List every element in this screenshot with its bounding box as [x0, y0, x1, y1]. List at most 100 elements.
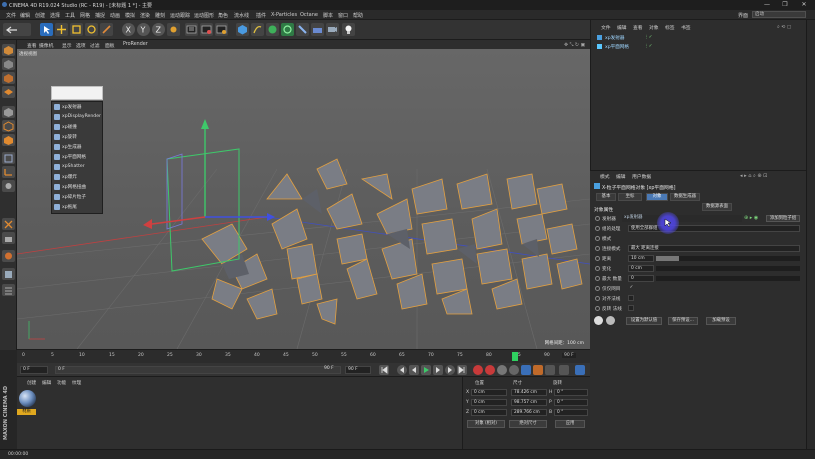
menu-item-xp-shatter[interactable]: xpShatter — [52, 162, 102, 172]
om-tab-bookmarks[interactable]: 书签 — [681, 24, 691, 31]
workplane-icon[interactable] — [2, 86, 15, 98]
goto-end-icon[interactable] — [457, 365, 467, 375]
om-tab-view[interactable]: 查看 — [633, 24, 643, 31]
menu-pipeline[interactable]: 流水线 — [234, 12, 249, 19]
subtab-coord[interactable]: 坐标 — [618, 193, 642, 201]
pos-y-field[interactable]: 0 cm — [471, 399, 507, 406]
load-preset-button[interactable]: 加载预设 — [706, 317, 736, 325]
attr-tab-user-data[interactable]: 用户数据 — [632, 173, 651, 180]
layout-select[interactable]: 启动 — [752, 11, 806, 18]
light-icon[interactable] — [342, 23, 355, 36]
keyframe-selection-icon[interactable] — [497, 365, 507, 375]
right-side-tabs[interactable] — [806, 20, 815, 449]
y-axis-lock-button[interactable]: Y — [137, 23, 150, 36]
animate-dot-icon[interactable] — [595, 236, 600, 241]
vp-menu-panel[interactable]: 面板 — [105, 42, 115, 49]
cube-icon[interactable] — [236, 23, 249, 36]
render-view-icon[interactable] — [185, 23, 198, 36]
timeline-window-icon[interactable] — [575, 365, 585, 375]
add-to-particle-group-button[interactable]: 添加到粒子组 — [766, 215, 800, 222]
make-editable-icon[interactable] — [2, 44, 15, 56]
menu-item-xp-explode[interactable]: xp爆炸 — [52, 172, 102, 182]
mat-tab-function[interactable]: 功能 — [57, 380, 66, 386]
animate-dot-icon[interactable] — [595, 296, 600, 301]
goto-start-icon[interactable] — [379, 365, 389, 375]
animate-dot-icon[interactable] — [595, 246, 600, 251]
set-default-button[interactable]: 设置为默认值 — [626, 317, 662, 325]
menu-item-xp-generator[interactable]: xp生成器 — [52, 142, 102, 152]
texture-mode-icon[interactable] — [2, 72, 15, 84]
pen-spline-icon[interactable] — [251, 23, 264, 36]
group-handling-select[interactable]: 使用全部群组 — [628, 225, 800, 232]
om-tab-tags[interactable]: 标签 — [665, 24, 675, 31]
coord-mode-select[interactable]: 对象 (相对) — [467, 420, 505, 428]
material-preview[interactable] — [19, 390, 36, 407]
animate-dot-icon[interactable] — [595, 286, 600, 291]
viewport-nav-icon[interactable]: ✥ ⤡ ↻ ▣ — [564, 42, 585, 48]
menu-simulate[interactable]: 模拟 — [125, 12, 135, 19]
auto-key-icon[interactable] — [485, 365, 495, 375]
mat-tab-create[interactable]: 创建 — [27, 380, 36, 386]
variation-field[interactable]: 0 cm — [628, 265, 654, 272]
size-z-field[interactable]: 289.766 cm — [511, 409, 547, 416]
camera-icon[interactable] — [326, 23, 339, 36]
menu-item-xp-fragment-particles[interactable]: xp碎片粒子 — [52, 192, 102, 202]
close-button[interactable]: ✕ — [799, 1, 809, 9]
connection-mode-select[interactable]: 最大 距离连接 — [628, 245, 800, 252]
key-scale-icon[interactable] — [533, 365, 543, 375]
undo-button[interactable] — [3, 23, 31, 36]
snapping-icon[interactable] — [2, 218, 15, 230]
material-name[interactable]: 材质 — [17, 409, 36, 415]
menu-file[interactable]: 文件 — [6, 12, 16, 19]
subdivision-surface-icon[interactable] — [266, 23, 279, 36]
maximize-button[interactable]: ❐ — [780, 1, 790, 9]
prev-key-icon[interactable] — [397, 365, 407, 375]
pos-z-field[interactable]: 0 cm — [471, 409, 507, 416]
menu-mesh[interactable]: 网格 — [80, 12, 90, 19]
om-tab-edit[interactable]: 编辑 — [617, 24, 627, 31]
polygons-mode-icon[interactable] — [2, 134, 15, 146]
tweak-mode-icon[interactable] — [2, 180, 15, 192]
render-settings-icon[interactable] — [215, 23, 228, 36]
key-rotation-icon[interactable] — [545, 365, 555, 375]
rot-h-field[interactable]: 0 ° — [554, 389, 588, 396]
vp-menu-display[interactable]: 显示 — [62, 42, 72, 49]
menu-x-particles[interactable]: X-Particles — [271, 12, 297, 18]
next-frame-icon[interactable] — [433, 365, 443, 375]
menu-snap[interactable]: 捕捉 — [95, 12, 105, 19]
subtab-data-source-surface[interactable]: 数据源表面 — [702, 203, 732, 211]
apply-button[interactable]: 应用 — [555, 420, 585, 428]
points-mode-icon[interactable] — [2, 106, 15, 118]
animate-dot-icon[interactable] — [595, 276, 600, 281]
menu-plugins[interactable]: 插件 — [256, 12, 266, 19]
menu-sculpt[interactable]: 雕刻 — [155, 12, 165, 19]
menu-script[interactable]: 脚本 — [323, 12, 333, 19]
om-tab-objects[interactable]: 对象 — [649, 24, 659, 31]
menu-item-xp-trail[interactable]: xp拖尾 — [52, 202, 102, 212]
menu-item-xp-display-render[interactable]: xpDisplayRender — [52, 112, 102, 122]
subtab-basic[interactable]: 基本 — [596, 193, 616, 201]
menu-edit[interactable]: 编辑 — [20, 12, 30, 19]
grid-icon[interactable] — [2, 284, 15, 296]
deformer-icon[interactable] — [296, 23, 309, 36]
menu-motion-tracking[interactable]: 运动跟踪 — [170, 12, 190, 19]
menu-item-xp-plane-mesh[interactable]: xp平面网格 — [52, 152, 102, 162]
vp-menu-filter[interactable]: 过滤 — [90, 42, 100, 49]
size-y-field[interactable]: 98.757 cm — [511, 399, 547, 406]
key-position-icon[interactable] — [521, 365, 531, 375]
x-axis-lock-button[interactable]: X — [122, 23, 135, 36]
menu-window[interactable]: 窗口 — [338, 12, 348, 19]
distance-slider[interactable] — [656, 256, 800, 261]
object-row[interactable]: xp发射器 ⋮✓ — [597, 34, 657, 42]
save-preset-button[interactable]: 保存预设... — [668, 317, 698, 325]
mat-tab-texture[interactable]: 纹理 — [72, 380, 81, 386]
menu-item-xp-mesh-twist[interactable]: xp网格扭曲 — [52, 182, 102, 192]
array-icon[interactable] — [281, 23, 294, 36]
attr-tab-mode[interactable]: 模式 — [600, 173, 610, 180]
rotate-icon[interactable] — [85, 23, 98, 36]
menu-create[interactable]: 创建 — [35, 12, 45, 19]
timeline-playhead[interactable] — [512, 352, 518, 361]
help-icon[interactable] — [606, 316, 615, 325]
current-frame-field[interactable]: 0 F — [20, 366, 48, 374]
frame-range-slider[interactable]: 0 F — [55, 366, 341, 374]
